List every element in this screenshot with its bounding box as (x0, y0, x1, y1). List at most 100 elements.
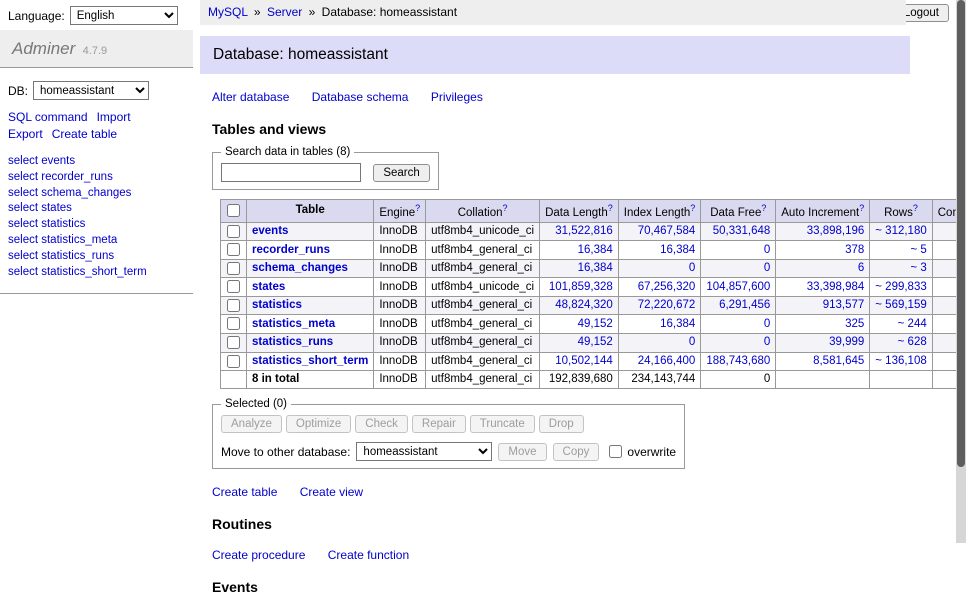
create-procedure-link[interactable]: Create procedure (212, 548, 305, 562)
sidebar-select-schema-changes[interactable]: select schema_changes (8, 187, 131, 199)
create-function-link[interactable]: Create function (328, 548, 409, 562)
data-length-link[interactable]: 49,152 (578, 318, 613, 330)
table-name-link[interactable]: statistics_runs (252, 336, 333, 348)
analyze-button[interactable]: Analyze (221, 415, 282, 433)
database-schema-link[interactable]: Database schema (312, 90, 409, 104)
row-checkbox[interactable] (227, 262, 240, 275)
rows-link[interactable]: ~ 312,180 (875, 225, 926, 237)
sidebar-select-statistics-meta[interactable]: select statistics_meta (8, 234, 117, 246)
import-link[interactable]: Import (97, 110, 131, 124)
data-length-link[interactable]: 49,152 (578, 336, 613, 348)
help-link[interactable]: ? (690, 203, 695, 213)
sidebar-select-events[interactable]: select events (8, 155, 75, 167)
table-name-link[interactable]: statistics (252, 299, 302, 311)
data-free-link[interactable]: 104,857,600 (706, 281, 770, 293)
help-link[interactable]: ? (415, 203, 420, 213)
data-free-link[interactable]: 0 (764, 318, 770, 330)
index-length-link[interactable]: 0 (689, 336, 695, 348)
copy-button[interactable]: Copy (553, 443, 600, 461)
truncate-button[interactable]: Truncate (470, 415, 535, 433)
auto-increment-link[interactable]: 913,577 (823, 299, 865, 311)
table-name-link[interactable]: statistics_short_term (252, 355, 368, 367)
sidebar-select-statistics[interactable]: select statistics (8, 218, 85, 230)
sidebar-select-states[interactable]: select states (8, 202, 72, 214)
index-length-link[interactable]: 16,384 (660, 244, 695, 256)
rows-link[interactable]: ~ 3 (910, 262, 926, 274)
table-name-link[interactable]: states (252, 281, 285, 293)
help-link[interactable]: ? (859, 203, 864, 213)
auto-increment-link[interactable]: 6 (858, 262, 864, 274)
move-button[interactable]: Move (498, 443, 546, 461)
privileges-link[interactable]: Privileges (431, 90, 483, 104)
auto-increment-link[interactable]: 39,999 (829, 336, 864, 348)
breadcrumb-server-link[interactable]: Server (267, 5, 302, 19)
index-length-link[interactable]: 24,166,400 (638, 355, 696, 367)
help-link[interactable]: ? (608, 203, 613, 213)
adminer-logo[interactable]: Adminer (12, 39, 75, 58)
data-free-link[interactable]: 0 (764, 336, 770, 348)
row-checkbox[interactable] (227, 299, 240, 312)
auto-increment-link[interactable]: 378 (845, 244, 864, 256)
index-length-link[interactable]: 67,256,320 (638, 281, 696, 293)
scrollbar[interactable] (956, 0, 966, 543)
data-free-link[interactable]: 0 (764, 262, 770, 274)
alter-database-link[interactable]: Alter database (212, 90, 289, 104)
table-name-link[interactable]: events (252, 225, 288, 237)
auto-increment-link[interactable]: 8,581,645 (813, 355, 864, 367)
rows-link[interactable]: ~ 136,108 (875, 355, 926, 367)
sidebar-select-statistics-short-term[interactable]: select statistics_short_term (8, 266, 147, 278)
rows-link[interactable]: ~ 244 (898, 318, 927, 330)
repair-button[interactable]: Repair (412, 415, 466, 433)
table-name-link[interactable]: schema_changes (252, 262, 348, 274)
index-length-link[interactable]: 72,220,672 (638, 299, 696, 311)
create-view-link[interactable]: Create view (300, 485, 363, 499)
row-checkbox[interactable] (227, 225, 240, 238)
data-length-link[interactable]: 101,859,328 (549, 281, 613, 293)
language-select[interactable]: English (70, 6, 178, 25)
data-length-link[interactable]: 48,824,320 (555, 299, 613, 311)
rows-link[interactable]: ~ 5 (910, 244, 926, 256)
row-checkbox[interactable] (227, 317, 240, 330)
table-name-link[interactable]: statistics_meta (252, 318, 335, 330)
index-length-link[interactable]: 70,467,584 (638, 225, 696, 237)
create-table-link-sidebar[interactable]: Create table (52, 127, 117, 141)
select-all-checkbox[interactable] (227, 204, 240, 217)
help-link[interactable]: ? (502, 203, 507, 213)
data-free-link[interactable]: 188,743,680 (706, 355, 770, 367)
data-length-link[interactable]: 16,384 (578, 262, 613, 274)
help-link[interactable]: ? (761, 203, 766, 213)
auto-increment-link[interactable]: 33,398,984 (807, 281, 865, 293)
drop-button[interactable]: Drop (539, 415, 584, 433)
rows-link[interactable]: ~ 299,833 (875, 281, 926, 293)
breadcrumb-mysql-link[interactable]: MySQL (208, 5, 248, 19)
search-button[interactable]: Search (373, 164, 429, 182)
auto-increment-link[interactable]: 325 (845, 318, 864, 330)
row-checkbox[interactable] (227, 243, 240, 256)
create-table-link[interactable]: Create table (212, 485, 277, 499)
index-length-link[interactable]: 16,384 (660, 318, 695, 330)
row-checkbox[interactable] (227, 336, 240, 349)
scrollbar-thumb[interactable] (957, 0, 965, 467)
rows-link[interactable]: ~ 628 (898, 336, 927, 348)
index-length-link[interactable]: 0 (689, 262, 695, 274)
export-link[interactable]: Export (8, 127, 43, 141)
optimize-button[interactable]: Optimize (286, 415, 351, 433)
data-length-link[interactable]: 31,522,816 (555, 225, 613, 237)
data-free-link[interactable]: 0 (764, 244, 770, 256)
overwrite-checkbox[interactable] (609, 445, 622, 458)
sidebar-select-statistics-runs[interactable]: select statistics_runs (8, 250, 114, 262)
data-free-link[interactable]: 6,291,456 (719, 299, 770, 311)
rows-link[interactable]: ~ 569,159 (875, 299, 926, 311)
data-length-link[interactable]: 10,502,144 (555, 355, 613, 367)
help-link[interactable]: ? (913, 203, 918, 213)
db-select[interactable]: homeassistant (33, 81, 149, 100)
sidebar-select-recorder-runs[interactable]: select recorder_runs (8, 171, 113, 183)
check-button[interactable]: Check (355, 415, 408, 433)
data-length-link[interactable]: 16,384 (578, 244, 613, 256)
data-free-link[interactable]: 50,331,648 (713, 225, 771, 237)
row-checkbox[interactable] (227, 280, 240, 293)
auto-increment-link[interactable]: 33,898,196 (807, 225, 865, 237)
row-checkbox[interactable] (227, 355, 240, 368)
table-name-link[interactable]: recorder_runs (252, 244, 330, 256)
sql-command-link[interactable]: SQL command (8, 110, 88, 124)
